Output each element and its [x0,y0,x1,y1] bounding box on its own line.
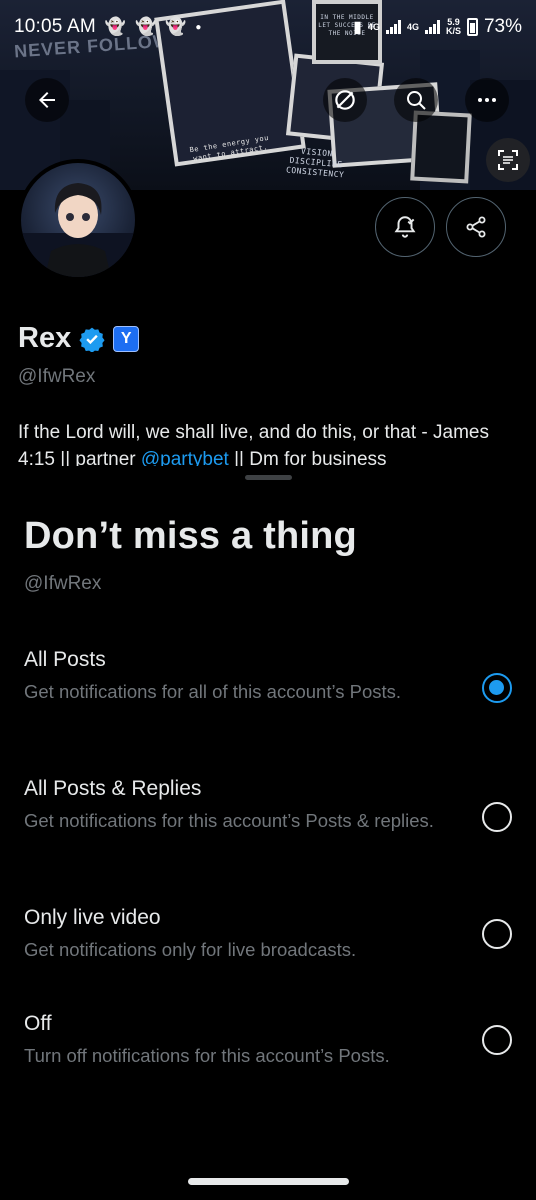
option-title: Off [24,1012,52,1035]
share-button[interactable] [446,197,506,257]
back-button[interactable] [25,78,69,122]
avatar[interactable] [17,159,139,281]
network-type-2: 4G [406,21,419,32]
status-time: 10:05 AM [14,16,96,37]
option-off[interactable]: Off Turn off notifications for this acco… [0,1004,536,1084]
option-all-posts-replies[interactable]: All Posts & Replies Get notifications fo… [0,768,536,868]
radio-off[interactable] [482,1025,512,1055]
sheet-handle: @IfwRex [24,573,102,594]
option-title: All Posts [24,648,106,671]
search-icon [407,91,426,110]
profile-handle: @IfwRex [18,366,96,387]
scan-text-button[interactable] [486,138,530,182]
radio-all-posts-replies[interactable] [482,802,512,832]
home-indicator[interactable] [188,1178,349,1185]
sheet-title: Don’t miss a thing [24,515,357,557]
more-icon [478,98,496,102]
affiliate-badge-icon[interactable]: Y [113,325,140,352]
notification-settings-sheet: Don’t miss a thing @IfwRex All Posts Get… [0,466,536,1200]
option-description: Get notifications for all of this accoun… [24,681,402,702]
option-only-live-video[interactable]: Only live video Get notifications only f… [0,898,536,978]
banner-poster-vision: VISION DISCIPLINE CONSISTENCY [285,146,345,180]
snapchat-icon: 👻 [165,17,187,36]
option-all-posts[interactable]: All Posts Get notifications for all of t… [0,638,536,738]
share-icon [466,216,486,238]
bell-check-icon [394,216,416,238]
signal-icon [424,20,440,34]
scan-text-icon [498,150,518,170]
search-button[interactable] [394,78,438,122]
signal-icon [385,20,401,34]
profile-name: Rex [18,322,72,354]
option-description: Turn off notifications for this account’… [24,1045,390,1066]
radio-only-live-video[interactable] [482,919,512,949]
profile-bio: If the Lord will, we shall live, and do … [18,422,489,470]
option-title: All Posts & Replies [24,777,202,800]
grok-button[interactable] [323,78,367,122]
snapchat-icon: 👻 [135,17,157,36]
arrow-left-icon [39,92,55,108]
verified-badge-icon[interactable] [79,326,105,352]
notification-dot-icon: ● [195,21,202,33]
option-title: Only live video [24,906,161,929]
option-description: Get notifications for this account’s Pos… [24,810,434,831]
status-bar: 10:05 AM 👻 👻 👻 ● ▮ 4G 4G 5.9 K/S 73% [0,0,536,54]
radio-all-posts[interactable] [482,673,512,703]
profile-name-row: Rex Y [18,322,140,355]
more-button[interactable] [465,78,509,122]
vibrate-icon: ▮ [353,19,362,36]
battery-level: 73% [483,16,522,37]
snapchat-icon: 👻 [104,17,127,36]
option-description: Get notifications only for live broadcas… [24,939,357,960]
network-type: 4G [367,21,380,32]
avatar-image [21,183,135,277]
grok-icon [335,90,355,110]
data-speed: 5.9 K/S [445,17,461,36]
battery-icon [466,18,478,36]
sheet-grabber[interactable] [245,475,292,480]
notifications-button[interactable] [375,197,435,257]
